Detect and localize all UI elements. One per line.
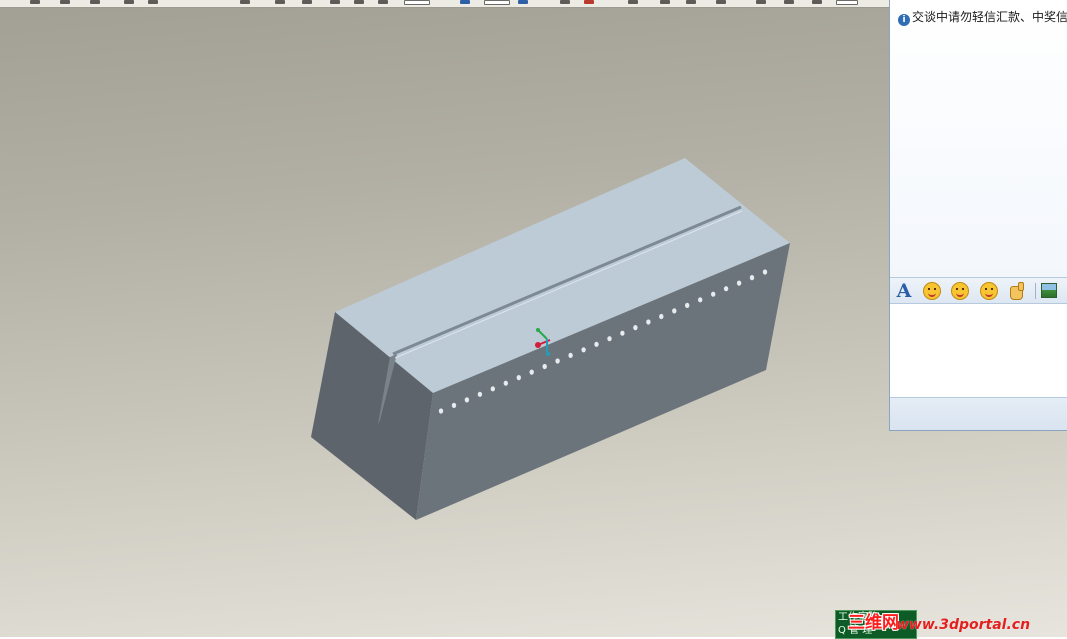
- hole-dot: [503, 380, 508, 386]
- security-notice: i 交谈中请勿轻信汇款、中奖信息: [898, 8, 1067, 26]
- hole-dot: [451, 402, 457, 408]
- chat-bottom-bar: [890, 398, 1067, 430]
- chat-message-input[interactable]: [890, 304, 1067, 398]
- chat-toolbar: A: [890, 278, 1067, 304]
- hole-dot: [698, 297, 703, 303]
- info-shield-icon: i: [898, 14, 910, 26]
- hole-dot: [711, 291, 716, 297]
- hole-dot: [736, 280, 742, 286]
- chat-history-pane[interactable]: i 交谈中请勿轻信汇款、中奖信息: [890, 0, 1067, 278]
- hole-dot: [672, 308, 677, 314]
- hole-dot: [646, 319, 651, 325]
- hole-dot: [723, 286, 729, 292]
- hole-dot: [438, 408, 444, 414]
- hole-dot: [464, 397, 470, 403]
- hole-dot: [685, 302, 690, 308]
- smile-emoji-icon[interactable]: [923, 282, 941, 300]
- hole-dot: [477, 391, 483, 397]
- hole-dot: [581, 347, 586, 353]
- hole-dot: [620, 330, 625, 336]
- hole-dot: [542, 363, 547, 370]
- hand-icon[interactable]: [1007, 281, 1027, 301]
- hole-dot: [555, 358, 560, 364]
- chat-window: i 交谈中请勿轻信汇款、中奖信息 A: [889, 0, 1067, 431]
- hole-dot: [659, 313, 664, 320]
- watermark-logo: 三维网: [848, 613, 899, 633]
- image-icon[interactable]: [1041, 283, 1057, 298]
- wink-emoji-icon[interactable]: [980, 282, 998, 300]
- hole-dot: [762, 269, 768, 275]
- font-icon[interactable]: A: [894, 281, 914, 301]
- hole-dot: [490, 386, 495, 392]
- hole-dot: [594, 341, 599, 347]
- watermark-url: www.3dportal.cn: [896, 617, 1031, 633]
- hole-dot: [516, 375, 521, 381]
- grin-emoji-icon[interactable]: [951, 282, 969, 300]
- hole-dot: [749, 275, 755, 281]
- security-notice-text: 交谈中请勿轻信汇款、中奖信息: [912, 10, 1067, 24]
- toolbar-divider: [1035, 283, 1036, 299]
- hole-dot: [529, 369, 534, 375]
- hole-dot: [568, 352, 573, 358]
- hole-dot: [607, 336, 612, 342]
- hole-dot: [633, 325, 638, 331]
